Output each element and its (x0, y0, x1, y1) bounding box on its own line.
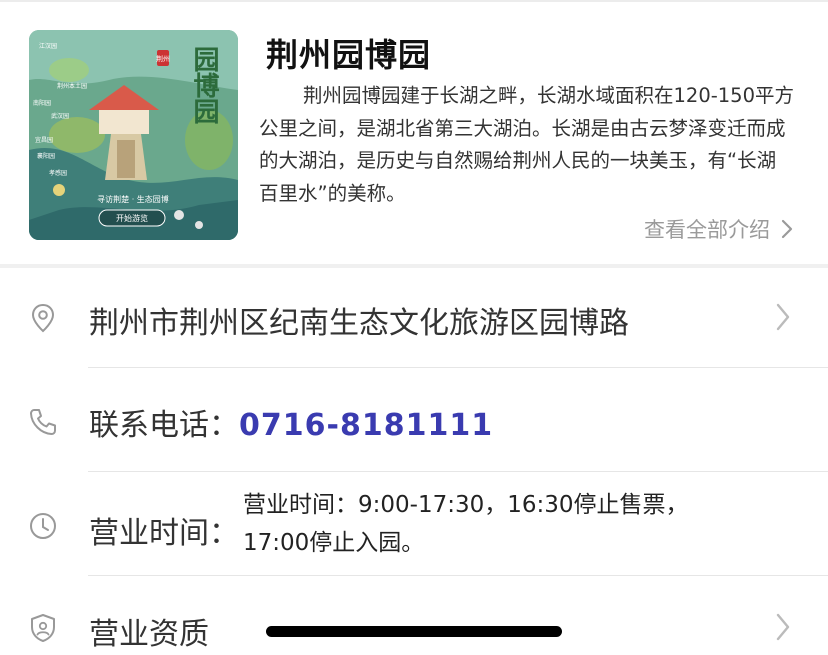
business-license-label: 营业资质 (89, 617, 209, 652)
thumb-map-label: 武汉园 (51, 112, 69, 120)
chevron-right-icon (776, 303, 790, 331)
thumb-map-label: 襄阳园 (37, 152, 55, 160)
location-pin-icon (31, 303, 55, 333)
thumb-badge: 荆州 (156, 54, 170, 63)
view-full-intro-link[interactable]: 查看全部介绍 (644, 214, 794, 244)
thumb-map-label: 宜昌园 (35, 136, 53, 144)
attraction-header: 荆州 园博园 江汉园 荆州本土园 南阳园 武汉园 宜昌园 襄阳园 孝感园 寻访荆… (0, 2, 828, 264)
phone-icon (30, 409, 56, 435)
business-license-row[interactable]: 营业资质 (0, 576, 828, 655)
thumb-title: 园博园 (189, 46, 219, 124)
thumb-map-label: 荆州本土园 (57, 82, 87, 90)
clock-icon (30, 513, 56, 539)
park-map-illustration: 荆州 园博园 江汉园 荆州本土园 南阳园 武汉园 宜昌园 襄阳园 孝感园 寻访荆… (29, 30, 238, 240)
hours-value: 营业时间：9:00-17:30，16:30停止售票， 17:00停止入园。 (243, 486, 689, 562)
attraction-description: 荆州园博园建于长湖之畔，长湖水域面积在120-150平方公里之间，是湖北省第三大… (259, 84, 794, 205)
address-text: 荆州市荆州区纪南生态文化旅游区园博路 (89, 306, 629, 341)
thumb-map-label: 南阳园 (33, 99, 51, 107)
attraction-thumbnail[interactable]: 荆州 园博园 江汉园 荆州本土园 南阳园 武汉园 宜昌园 襄阳园 孝感园 寻访荆… (29, 30, 238, 240)
phone-row[interactable]: 联系电话：0716-8181111 (0, 368, 828, 472)
shield-icon (31, 614, 55, 642)
phone-label: 联系电话： (89, 408, 239, 443)
thumb-slogan: 寻访荆楚 · 生态园博 (97, 194, 169, 204)
hours-value-line: 营业时间：9:00-17:30，16:30停止售票， (243, 492, 689, 518)
hours-label: 营业时间： (89, 516, 239, 551)
hours-value-line: 17:00停止入园。 (243, 530, 425, 556)
thumb-map-label: 孝感园 (49, 169, 67, 177)
thumb-start-button: 开始游览 (116, 213, 148, 223)
hours-row: 营业时间： 营业时间：9:00-17:30，16:30停止售票， 17:00停止… (0, 472, 828, 576)
phone-field: 联系电话：0716-8181111 (89, 400, 493, 444)
attraction-title: 荆州园博园 (266, 36, 432, 74)
phone-number-link[interactable]: 0716-8181111 (239, 408, 493, 443)
chevron-right-icon (776, 613, 790, 641)
chevron-right-icon (781, 219, 793, 239)
thumb-map-label: 江汉园 (39, 42, 57, 50)
address-row[interactable]: 荆州市荆州区纪南生态文化旅游区园博路 (0, 268, 828, 368)
view-full-intro-label: 查看全部介绍 (644, 218, 770, 242)
home-indicator[interactable] (266, 626, 562, 637)
